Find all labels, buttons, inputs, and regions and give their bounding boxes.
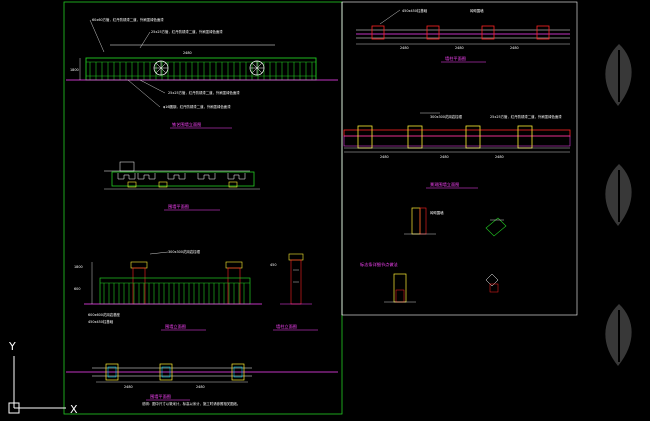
title-detail-a: 墙柱平面图 — [445, 55, 466, 62]
note-bottom: 说明：图中尺寸以毫米计，标高以米计，施工时请参照相关图纸。 — [142, 401, 240, 406]
right-wall-elevation-drawing[interactable]: 300x300花岗岩柱帽 25x25方管，红丹防锈漆二道，外刷墨绿色面漆 248… — [343, 112, 571, 189]
dim-r-2: 2480 — [455, 46, 464, 50]
fence-elevation-drawing[interactable]: 60x60方管，红丹防锈漆二道，外刷墨绿色面漆 25x25方管，红丹防锈漆二道，… — [66, 17, 338, 129]
dim-h-b: 600 — [74, 287, 80, 291]
dim-r-3: 2480 — [510, 46, 519, 50]
right-detail-drawings[interactable]: 砖砌围墙 标志条详细节点做法 — [360, 207, 507, 303]
title-pillar-elevation: 墙柱立面图 — [276, 323, 297, 330]
dim-r-4: 2480 — [380, 155, 389, 159]
note-right-1: 450x450柱基础 — [402, 8, 428, 13]
title-wall-elevation: 围墙立面图 — [165, 323, 186, 330]
note-right-4: 25x25方管，红丹防锈漆二道，外刷墨绿色面漆 — [490, 114, 562, 119]
note-detail-1: 砖砌围墙 — [430, 210, 444, 215]
cad-drawing-canvas[interactable]: 60x60方管，红丹防锈漆二道，外刷墨绿色面漆 25x25方管，红丹防锈漆二道，… — [0, 0, 650, 421]
wall-bars — [103, 283, 245, 304]
title-node-detail: 标志条详细节点做法 — [360, 261, 398, 268]
dim-plan-2: 2480 — [196, 385, 205, 389]
note-cap: 300x300花岗岩柱帽 — [168, 249, 201, 254]
fence-ornament — [153, 60, 169, 76]
title-fence-plan: 围墙平面图 — [168, 203, 189, 210]
fence-ornament — [249, 60, 265, 76]
right-top-plan-drawing[interactable]: 450x450柱基础 砖砌围墙 2480 2480 2480 墙柱平面图 — [356, 8, 570, 63]
ucs-y-label: Y — [8, 340, 16, 353]
ucs-x-label: X — [70, 403, 78, 416]
dim-r-1: 2480 — [400, 46, 409, 50]
dim-height-1: 1800 — [70, 68, 79, 72]
dim-plan-1: 2480 — [124, 385, 133, 389]
note-side-1: 25x25方管，红丹防锈漆二道，外刷墨绿色面漆 — [168, 90, 240, 95]
ucs-axis-icon: Y X — [8, 340, 78, 416]
note-right-2: 砖砌围墙 — [470, 8, 484, 13]
wall-elevation-drawing[interactable]: 300x300花岗岩柱帽 1800 600 600x600花岗岩基座 450x4… — [74, 249, 262, 331]
note-right-3: 300x300花岗岩柱帽 — [430, 114, 463, 119]
note-top-1: 60x60方管，红丹防锈漆二道，外刷墨绿色面漆 — [92, 17, 164, 22]
dim-pillar: 450 — [270, 263, 276, 267]
note-top-2: 25x25方管，红丹防锈漆二道，外刷墨绿色面漆 — [151, 29, 223, 34]
title-detail-b: 景观围墙立面图 — [430, 181, 459, 188]
note-side-2: φ16圆钢，红丹防锈漆二道，外刷墨绿色面漆 — [163, 104, 231, 109]
title-fence-elevation: 铁艺围墙立面图 — [172, 121, 201, 128]
note-base: 600x600花岗岩基座 — [88, 312, 121, 317]
pillar-elevation-drawing[interactable]: 450 墙柱立面图 — [270, 253, 318, 331]
dim-r-6: 2480 — [495, 155, 504, 159]
fence-section-drawing[interactable]: 围墙平面图 — [104, 161, 260, 211]
dim-h-a: 1800 — [74, 265, 83, 269]
dim-r-5: 2480 — [440, 155, 449, 159]
title-wall-plan: 围墙平面图 — [150, 393, 171, 400]
dim-span-top: 2480 — [183, 51, 192, 55]
note-base-2: 450x450柱基础 — [88, 319, 114, 324]
fence-bars — [89, 62, 313, 80]
wall-plan-drawing[interactable]: 2480 2480 围墙平面图 说明：图中尺寸以毫米计，标高以米计，施工时请参照… — [66, 363, 338, 406]
